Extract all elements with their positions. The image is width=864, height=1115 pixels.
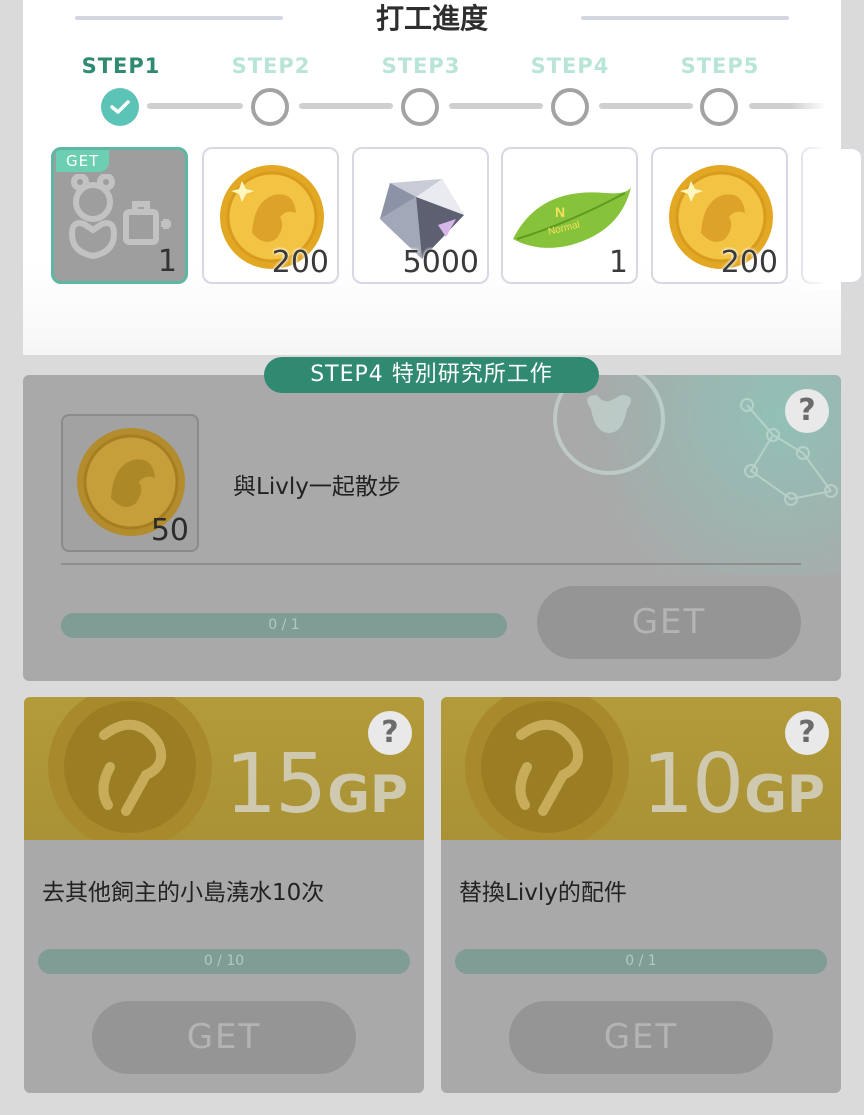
gp-unit: GP xyxy=(744,765,825,825)
leaf-letter: N xyxy=(555,204,565,220)
gp-amount: 15GP xyxy=(225,737,408,832)
reward-step-4[interactable]: N Normal 1 xyxy=(501,147,638,284)
reward-step-3[interactable]: 5000 xyxy=(352,147,489,284)
gp-progress-bar: 0 / 10 xyxy=(38,949,410,974)
reward-count: 50 xyxy=(150,513,189,548)
gp-amount-number: 10 xyxy=(641,737,744,832)
step-3-circle xyxy=(401,88,439,126)
step-2-circle xyxy=(251,88,289,126)
reward-step-2[interactable]: 200 xyxy=(202,147,339,284)
title-divider-right xyxy=(581,16,789,20)
step-label-4: STEP4 xyxy=(530,54,610,78)
scroll-fade xyxy=(791,30,841,290)
step-label-5: STEP5 xyxy=(680,54,760,78)
gp-job-card-2: ? 10GP 替換Livly的配件 0 / 1 GET xyxy=(441,697,841,1093)
reward-count: 1 xyxy=(608,245,628,280)
gp-amount-number: 15 xyxy=(224,737,327,832)
livly-closet-icon xyxy=(68,174,171,260)
gp-banner: ? 10GP xyxy=(441,697,841,840)
gp-unit: GP xyxy=(327,765,408,825)
leaf-ticket-icon: N Normal xyxy=(513,187,631,248)
gp-job-card-1: ? 15GP 去其他飼主的小島澆水10次 0 / 10 GET xyxy=(24,697,424,1093)
card-divider xyxy=(61,563,801,565)
reward-count: 200 xyxy=(720,245,778,280)
step-label-1: STEP1 xyxy=(81,54,161,78)
gp-coin-icon xyxy=(48,697,212,840)
step-connector xyxy=(599,103,693,109)
special-progress-bar: 0 / 1 xyxy=(61,613,507,638)
special-job-ribbon: STEP4 特別研究所工作 xyxy=(264,357,599,393)
gp-progress-bar: 0 / 1 xyxy=(455,949,827,974)
step-5-circle xyxy=(700,88,738,126)
step-connector xyxy=(299,103,393,109)
get-badge: GET xyxy=(56,150,110,172)
reward-step-5[interactable]: 200 xyxy=(651,147,788,284)
special-reward-item: 50 xyxy=(61,414,199,552)
gp-coin-icon xyxy=(465,697,629,840)
help-button[interactable]: ? xyxy=(785,389,829,433)
step-4-circle xyxy=(551,88,589,126)
step-connector xyxy=(147,103,243,109)
gp-get-button[interactable]: GET xyxy=(92,1001,356,1074)
reward-count: 1 xyxy=(157,244,177,279)
reward-count: 200 xyxy=(271,245,329,280)
special-task-title: 與Livly一起散步 xyxy=(233,474,401,500)
step-label-2: STEP2 xyxy=(231,54,311,78)
gp-get-button[interactable]: GET xyxy=(509,1001,773,1074)
work-progress-panel: 打工進度 STEP1 STEP2 STEP3 STEP4 STEP5 GET 1 xyxy=(23,0,861,355)
special-get-button[interactable]: GET xyxy=(537,586,801,659)
step-connector xyxy=(449,103,543,109)
step-label-3: STEP3 xyxy=(381,54,461,78)
reward-step-1[interactable]: GET 1 xyxy=(51,147,188,284)
reward-count: 5000 xyxy=(402,245,479,280)
gp-banner: ? 15GP xyxy=(24,697,424,840)
gp-task-title: 去其他飼主的小島澆水10次 xyxy=(42,880,325,906)
gp-task-title: 替換Livly的配件 xyxy=(459,880,627,906)
step-1-check-icon xyxy=(101,88,139,126)
special-job-card: ? 50 與Livly一起散步 0 / 1 GET xyxy=(23,375,841,681)
gp-amount: 10GP xyxy=(642,737,825,832)
